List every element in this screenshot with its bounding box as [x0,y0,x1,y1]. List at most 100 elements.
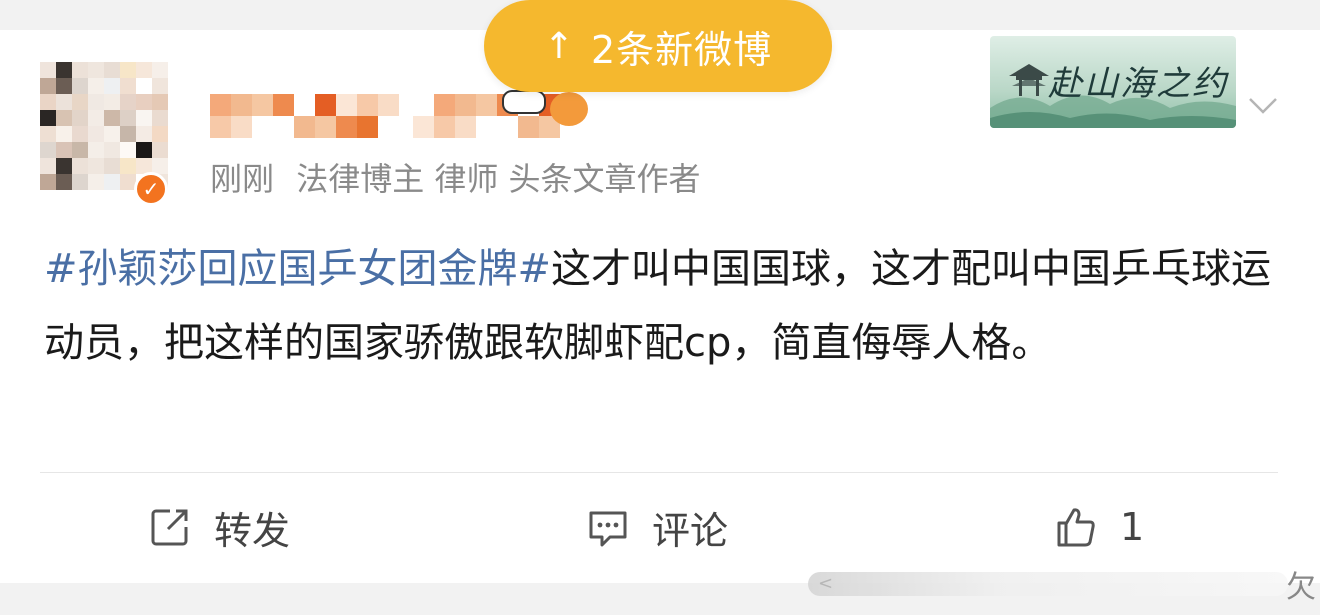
comment-label: 评论 [652,508,729,553]
decoration-calligraphy: 赴山海之约 [1048,64,1228,104]
username-pixel [315,94,336,116]
post-card: ✓ 刚刚 法律博主 律师 头条文章作者 赴山海之约 #孙颖莎回应国乒女团金牌#这… [0,30,1320,583]
username-pixel [378,94,399,116]
avatar-pixel [72,78,88,94]
action-bar: 转发 评论 1 [0,492,1320,562]
username-pixel [315,116,336,138]
post-meta: 刚刚 法律博主 律师 头条文章作者 [210,154,713,200]
avatar-pixel [56,78,72,94]
card-decoration[interactable]: 赴山海之约 [990,36,1236,128]
edge-text: 欠 [1286,570,1316,605]
username-pixel [336,116,357,138]
avatar-pixel [72,174,88,190]
username-pixel [413,116,434,138]
avatar-pixel [56,174,72,190]
chevron-down-icon[interactable] [1246,88,1280,122]
username-pixel [210,94,231,116]
avatar-pixel [40,158,56,174]
avatar-pixel [40,174,56,190]
username-pixel [336,94,357,116]
avatar-pixel [88,142,104,158]
avatar-pixel [40,110,56,126]
avatar-pixel [104,126,120,142]
panda-emoji-icon [502,90,546,114]
avatar[interactable] [40,62,168,190]
avatar-pixel [152,126,168,142]
username-pixel [210,116,231,138]
avatar-pixel [88,78,104,94]
avatar-pixel [40,142,56,158]
post-body: #孙颖莎回应国乒女团金牌#这才叫中国国球，这才配叫中国乒乓球运动员，把这样的国家… [44,232,1274,380]
username-pixel [357,94,378,116]
avatar-pixel [104,158,120,174]
repost-icon [151,509,188,546]
avatar-pixel [152,94,168,110]
avatar-pixel [40,94,56,110]
avatar-pixel [152,78,168,94]
avatar-pixel [120,142,136,158]
avatar-pixel [120,126,136,142]
avatar-pixel [88,126,104,142]
thumbs-up-icon [1057,508,1095,547]
avatar-pixel [72,94,88,110]
avatar-pixel [88,174,104,190]
avatar-pixel [88,158,104,174]
avatar-pixel [136,94,152,110]
repost-button[interactable]: 转发 [148,492,290,562]
avatar-pixel [40,78,56,94]
repost-label: 转发 [214,508,291,553]
avatar-pixel [104,94,120,110]
avatar-pixel [56,62,72,78]
username-pixel [434,116,455,138]
avatar-pixel [104,62,120,78]
author-description: 法律博主 律师 头条文章作者 [296,160,701,198]
avatar-pixel [136,110,152,126]
avatar-pixel [136,78,152,94]
avatar-pixel [120,78,136,94]
like-count: 1 [1120,505,1145,549]
avatar-pixel [120,110,136,126]
arrow-up-icon: ↑ [543,25,575,67]
avatar-pixel [72,158,88,174]
avatar-pixel [136,142,152,158]
avatar-pixel [56,110,72,126]
username-pixel [518,116,539,138]
chevron-left-icon: < [818,573,834,594]
username-pixel [455,116,476,138]
comment-button[interactable]: 评论 [586,492,728,562]
username-pixel [273,94,294,116]
avatar-pixel [88,110,104,126]
username-pixel [252,116,273,138]
avatar-pixel [56,94,72,110]
avatar-pixel [88,62,104,78]
username-pixel [476,94,497,116]
avatar-pixel [152,110,168,126]
avatar-pixel [120,94,136,110]
pavilion-icon [1009,64,1049,96]
avatar-pixel [88,94,104,110]
avatar-pixel [104,142,120,158]
fish-emoji-icon [550,92,588,126]
avatar-pixel [104,78,120,94]
hashtag-link[interactable]: #孙颖莎回应国乒女团金牌# [44,246,551,292]
avatar-pixel [104,174,120,190]
username-blurred[interactable] [210,82,610,158]
avatar-pixel [56,126,72,142]
horizontal-scrollbar[interactable]: < [808,572,1288,596]
post-time: 刚刚 [210,160,275,198]
avatar-pixel [152,62,168,78]
username-pixel [476,116,497,138]
new-posts-button[interactable]: ↑ 2条新微博 [484,0,832,92]
username-pixel [455,94,476,116]
like-button[interactable]: 1 [1054,492,1144,562]
avatar-pixel [152,142,168,158]
comment-icon [589,511,627,547]
avatar-pixel [40,62,56,78]
avatar-pixel [72,142,88,158]
avatar-pixel [136,126,152,142]
avatar-pixel [120,158,136,174]
avatar-pixel [40,126,56,142]
avatar-pixel [56,142,72,158]
avatar-pixel [104,110,120,126]
username-pixel [231,116,252,138]
